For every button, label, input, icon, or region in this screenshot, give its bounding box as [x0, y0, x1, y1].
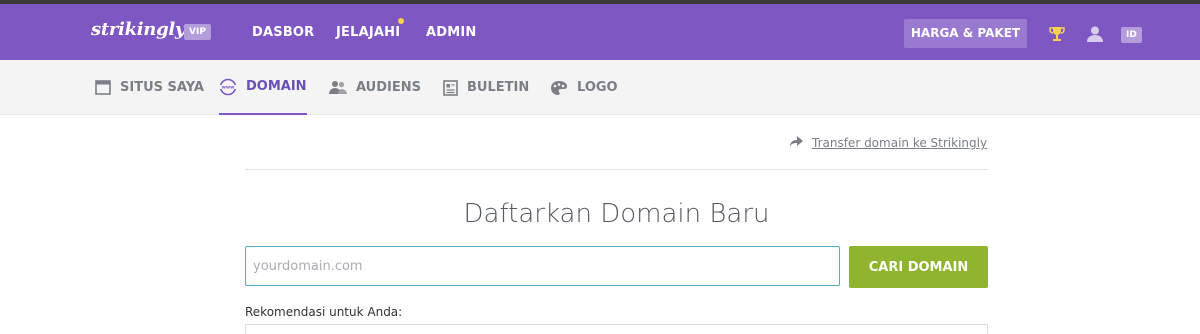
top-header: strikingly VIP DASBOR JELAJAHI ADMIN HAR… — [0, 4, 1200, 60]
svg-text:www: www — [222, 85, 235, 90]
tab-label: AUDIENS — [356, 80, 421, 95]
domain-search-input[interactable] — [245, 246, 840, 286]
tab-label: DOMAIN — [246, 79, 307, 94]
tab-label: LOGO — [577, 80, 618, 95]
tab-audience[interactable]: AUDIENS — [329, 60, 421, 115]
tab-label: BULETIN — [467, 80, 530, 95]
palette-icon — [550, 80, 568, 96]
transfer-domain-link[interactable]: Transfer domain ke Strikingly — [790, 136, 987, 150]
page-title: Daftarkan Domain Baru — [463, 199, 770, 229]
divider — [245, 169, 988, 170]
tab-domain[interactable]: www DOMAIN — [219, 60, 307, 115]
tab-newsletter[interactable]: BULETIN — [443, 60, 529, 115]
search-domain-button[interactable]: CARI DOMAIN — [849, 246, 988, 288]
nav-dashboard[interactable]: DASBOR — [252, 25, 314, 40]
nav-admin[interactable]: ADMIN — [426, 25, 477, 40]
language-switcher[interactable]: ID — [1121, 27, 1142, 43]
nav-explore[interactable]: JELAJAHI — [336, 25, 400, 40]
people-icon — [329, 80, 347, 95]
share-arrow-icon — [790, 136, 803, 150]
vip-badge: VIP — [184, 24, 211, 40]
tab-label: SITUS SAYA — [120, 80, 204, 95]
browser-window-icon — [95, 80, 111, 95]
recommendations-list — [245, 324, 988, 334]
pricing-button[interactable]: HARGA & PAKET — [904, 19, 1027, 48]
newsletter-icon — [443, 79, 458, 96]
trophy-icon[interactable] — [1048, 25, 1066, 47]
tab-my-sites[interactable]: SITUS SAYA — [95, 60, 204, 115]
tab-logo[interactable]: LOGO — [550, 60, 618, 115]
transfer-link-label: Transfer domain ke Strikingly — [812, 136, 988, 150]
user-icon[interactable] — [1086, 25, 1104, 47]
www-globe-icon: www — [219, 78, 237, 96]
main-content: Transfer domain ke Strikingly Daftarkan … — [0, 115, 1200, 334]
strikingly-logo[interactable]: strikingly — [91, 19, 185, 40]
recommendations-label: Rekomendasi untuk Anda: — [245, 305, 403, 319]
sub-navigation: SITUS SAYA www DOMAIN AUDIENS BULETIN LO… — [0, 60, 1200, 115]
notification-dot — [398, 18, 404, 24]
